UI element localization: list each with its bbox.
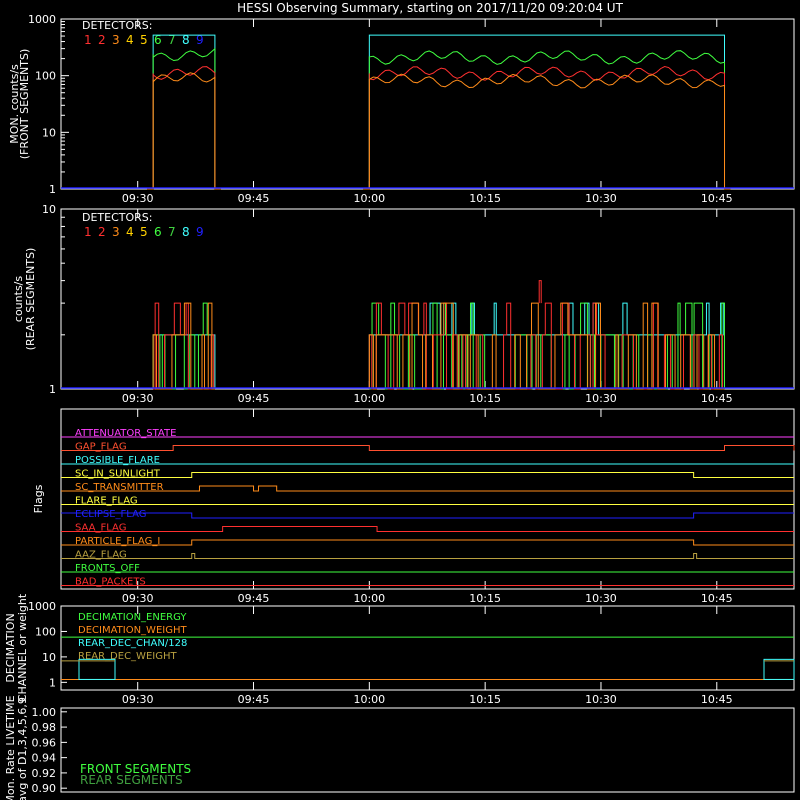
x-tick-label: 10:30: [585, 192, 617, 205]
panel2-legend-title: DETECTORS:: [82, 211, 152, 224]
x-tick-label: 09:30: [122, 392, 154, 405]
y-tick-label: 1000: [28, 13, 56, 26]
detector-legend-3: 3: [112, 225, 120, 239]
y-tick-label: 100: [35, 70, 56, 83]
y-tick-label: 1000: [28, 600, 56, 613]
detector-legend-2: 2: [98, 33, 106, 47]
detector-legend-4: 4: [126, 33, 134, 47]
detector-legend-5: 5: [140, 225, 148, 239]
x-tick-label: 10:00: [353, 392, 385, 405]
y-tick-label: 1.00: [32, 706, 57, 719]
decimation-legend: REAR_DEC_CHAN/128: [78, 638, 187, 649]
y-tick-label: 1: [49, 383, 56, 396]
x-tick-label: 10:45: [701, 592, 733, 605]
x-tick-label: 10:15: [469, 693, 501, 706]
y-tick-label: 10: [42, 651, 56, 664]
x-tick-label: 10:45: [701, 693, 733, 706]
x-tick-label: 10:00: [353, 192, 385, 205]
detector-legend-3: 3: [112, 33, 120, 47]
y-tick-label: 0.96: [32, 736, 57, 749]
x-tick-label: 09:30: [122, 693, 154, 706]
chart-title: HESSI Observing Summary, starting on 201…: [237, 1, 623, 15]
detector-legend-9: 9: [196, 225, 204, 239]
panel1-ylabel2: (FRONT SEGMENTS): [18, 49, 31, 159]
detector-legend-1: 1: [84, 33, 92, 47]
y-tick-label: 0.92: [32, 767, 57, 780]
x-tick-label: 10:00: [353, 693, 385, 706]
x-tick-label: 09:30: [122, 592, 154, 605]
detector-legend-8: 8: [182, 225, 190, 239]
x-tick-label: 10:45: [701, 192, 733, 205]
x-tick-label: 10:15: [469, 392, 501, 405]
x-tick-label: 09:45: [238, 592, 270, 605]
x-tick-label: 09:45: [238, 392, 270, 405]
y-tick-label: 0.94: [32, 752, 57, 765]
y-tick-label: 0.90: [32, 782, 57, 795]
x-tick-label: 10:30: [585, 693, 617, 706]
detector-legend-2: 2: [98, 225, 106, 239]
x-tick-label: 10:45: [701, 392, 733, 405]
detector-legend-7: 7: [168, 225, 176, 239]
y-tick-label: 10: [42, 126, 56, 139]
livetime-legend: REAR SEGMENTS: [80, 773, 183, 787]
hessi-summary-chart: HESSI Observing Summary, starting on 201…: [0, 0, 800, 800]
x-tick-label: 10:30: [585, 592, 617, 605]
x-tick-label: 09:45: [238, 693, 270, 706]
panel1-legend-title: DETECTORS:: [82, 19, 152, 32]
flag-label: ECLIPSE_FLAG: [75, 509, 146, 520]
y-tick-label: 0.98: [32, 721, 57, 734]
panel3-ylabel: Flags: [32, 484, 45, 513]
detector-legend-6: 6: [154, 225, 162, 239]
x-tick-label: 09:45: [238, 192, 270, 205]
detector-legend-5: 5: [140, 33, 148, 47]
x-tick-label: 10:00: [353, 592, 385, 605]
panel2-ylabel2: (REAR SEGMENTS): [24, 248, 37, 351]
y-tick-label: 100: [35, 625, 56, 638]
y-tick-label: 10: [42, 203, 56, 216]
detector-legend-4: 4: [126, 225, 134, 239]
decimation-legend: DECIMATION_WEIGHT: [78, 625, 187, 636]
x-tick-label: 09:30: [122, 192, 154, 205]
x-tick-label: 10:30: [585, 392, 617, 405]
x-tick-label: 10:15: [469, 592, 501, 605]
y-tick-label: 1: [49, 676, 56, 689]
x-tick-label: 10:15: [469, 192, 501, 205]
y-tick-label: 1: [49, 183, 56, 196]
panel5-ylabel2: avg of D1,3,4,5,6,9: [16, 697, 29, 800]
decimation-legend: DECIMATION_ENERGY: [78, 612, 187, 623]
detector-legend-1: 1: [84, 225, 92, 239]
